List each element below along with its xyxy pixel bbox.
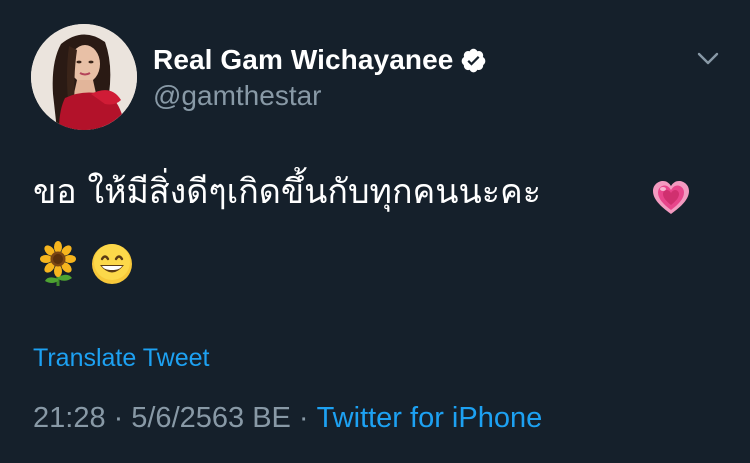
sunflower-emoji-icon: [36, 240, 80, 292]
growing-heart-emoji-icon: [650, 178, 692, 220]
tweet-source-link[interactable]: Twitter for iPhone: [317, 402, 543, 435]
display-name[interactable]: Real Gam Wichayanee: [153, 44, 453, 76]
chevron-down-icon[interactable]: [694, 46, 722, 70]
tweet-date[interactable]: 5/6/2563 BE: [131, 402, 291, 435]
separator: ·: [298, 402, 309, 434]
tweet-card: Real Gam Wichayanee @gamthestar ขอ ให้มี…: [0, 0, 750, 463]
separator: ·: [113, 402, 124, 434]
translate-tweet-link[interactable]: Translate Tweet: [33, 344, 209, 373]
avatar-photo: [31, 24, 137, 130]
grinning-face-emoji-icon: [90, 242, 134, 291]
tweet-text: ขอ ให้มีสิ่งดีๆเกิดขึ้นกับทุกคนนะคะ: [33, 172, 542, 212]
avatar[interactable]: [31, 24, 137, 130]
verified-badge-icon: [460, 47, 487, 74]
tweet-time[interactable]: 21:28: [33, 402, 106, 435]
tweet-meta: 21:28 · 5/6/2563 BE · Twitter for iPhone: [33, 402, 542, 435]
user-handle[interactable]: @gamthestar: [153, 80, 322, 112]
emoji-row: [36, 240, 134, 292]
display-name-row[interactable]: Real Gam Wichayanee: [153, 42, 487, 78]
